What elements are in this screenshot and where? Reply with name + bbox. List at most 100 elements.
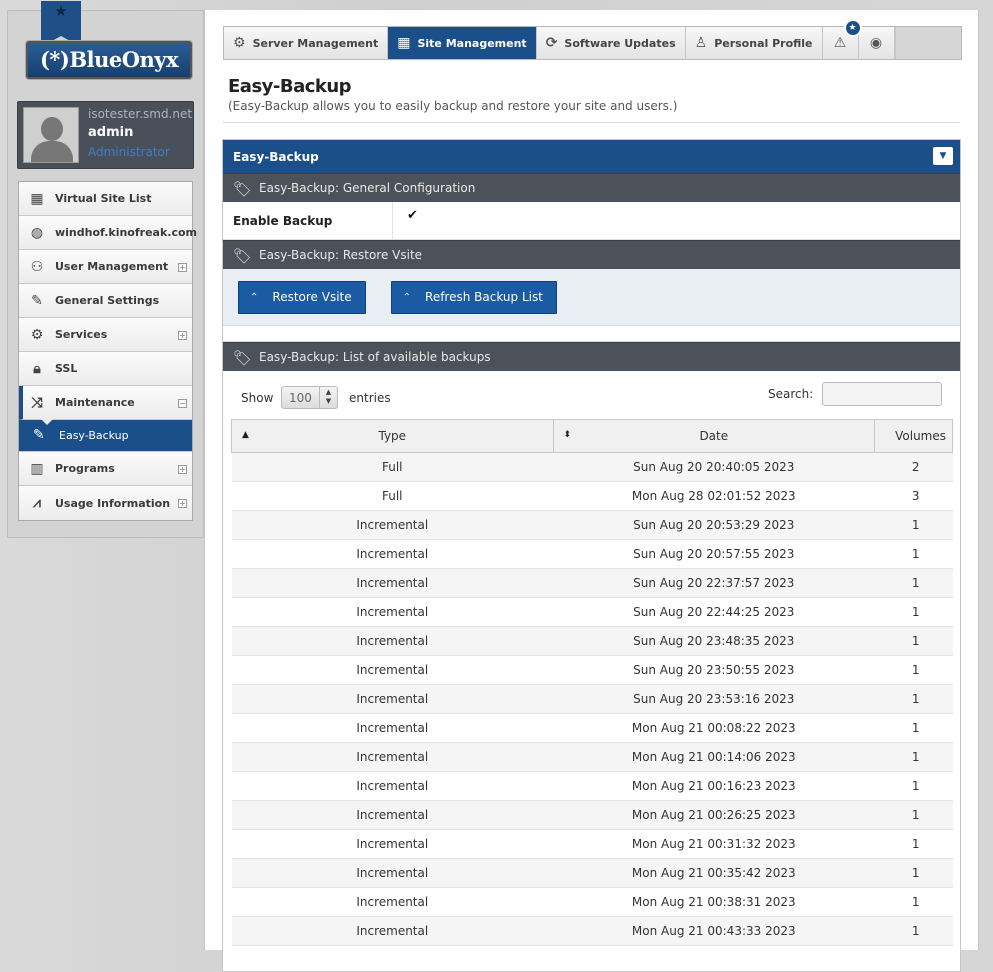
entries-length-select[interactable]: 100 ▲ ▼: [281, 386, 338, 409]
sort-asc-icon: ▲: [242, 430, 249, 440]
cell-volumes: 1: [874, 742, 953, 772]
table-row[interactable]: Incremental Mon Aug 21 00:26:25 2023 1: [231, 800, 953, 830]
cell-type: Incremental: [231, 626, 554, 656]
expand-icon[interactable]: +: [178, 263, 187, 272]
table-row[interactable]: Incremental Mon Aug 21 00:14:06 2023 1: [231, 742, 953, 772]
section-available-backups: 🏷︎ Easy-Backup: List of available backup…: [223, 342, 960, 371]
cell-volumes: 3: [874, 481, 953, 511]
table-row[interactable]: Full Mon Aug 28 02:01:52 2023 3: [231, 481, 953, 511]
cell-volumes: 1: [874, 713, 953, 743]
enable-backup-label: Enable Backup: [223, 202, 393, 239]
user-icon: ♙: [694, 35, 708, 51]
section-title: Easy-Backup: General Configuration: [259, 181, 476, 195]
sidebar-item-usage-information[interactable]: ⩘ Usage Information +: [19, 486, 192, 520]
cell-date: Mon Aug 21 00:26:25 2023: [553, 800, 875, 830]
table-row[interactable]: Incremental Mon Aug 21 00:35:42 2023 1: [231, 858, 953, 888]
sidebar-item-site[interactable]: ◍ windhof.kinofreak.com: [19, 216, 197, 250]
tab-site-management[interactable]: ▦ Site Management: [388, 27, 537, 59]
search-label: Search:: [768, 387, 814, 401]
table-row[interactable]: Incremental Mon Aug 21 00:08:22 2023 1: [231, 713, 953, 743]
table-row[interactable]: Incremental Mon Aug 21 00:38:31 2023 1: [231, 887, 953, 917]
table-row[interactable]: Incremental Sun Aug 20 20:57:55 2023 1: [231, 539, 953, 569]
table-row[interactable]: Incremental Sun Aug 20 20:53:29 2023 1: [231, 510, 953, 540]
power-icon: ◉: [869, 35, 883, 51]
grid-list-icon: ▦: [30, 191, 44, 207]
cell-date: Mon Aug 21 00:14:06 2023: [553, 742, 875, 772]
table-row[interactable]: Incremental Sun Aug 20 22:37:57 2023 1: [231, 568, 953, 598]
restore-vsite-button[interactable]: ⌃ Restore Vsite: [238, 280, 366, 314]
panel-header: Easy-Backup ▼: [223, 140, 960, 173]
table-row[interactable]: Incremental Sun Aug 20 23:50:55 2023 1: [231, 655, 953, 685]
button-row: ⌃ Restore Vsite ⌃ Refresh Backup List: [223, 269, 960, 326]
refresh-backup-list-button[interactable]: ⌃ Refresh Backup List: [390, 280, 557, 314]
tab-label: Site Management: [417, 36, 527, 50]
lock-icon: 🔒︎: [33, 361, 41, 377]
cell-date: Mon Aug 21 00:35:42 2023: [553, 858, 875, 888]
sidebar-item-services[interactable]: ⚙ Services +: [19, 318, 192, 352]
avatar: [23, 107, 79, 163]
table-row[interactable]: Incremental Sun Aug 20 23:48:35 2023 1: [231, 626, 953, 656]
tab-label: Server Management: [252, 36, 379, 50]
column-header-date[interactable]: ⬍ Date: [552, 419, 876, 453]
cell-date: Mon Aug 28 02:01:52 2023: [553, 481, 875, 511]
cell-date: Sun Aug 20 20:53:29 2023: [553, 510, 875, 540]
tab-personal-profile[interactable]: ♙ Personal Profile: [686, 27, 823, 59]
sidebar-item-user-management[interactable]: ⚇ User Management +: [19, 250, 192, 284]
sidebar-item-label: User Management: [55, 260, 169, 273]
sidebar-subitem-easy-backup[interactable]: ✎ Easy-Backup: [19, 419, 192, 452]
table-row[interactable]: Full Sun Aug 20 20:40:05 2023 2: [231, 452, 953, 482]
cell-volumes: 1: [874, 684, 953, 714]
user-role-link[interactable]: Administrator: [88, 145, 170, 159]
chevron-down-icon[interactable]: ▼: [933, 147, 953, 165]
cell-volumes: 1: [874, 568, 953, 598]
sidebar-item-ssl[interactable]: 🔒︎ SSL: [19, 352, 192, 386]
tab-logout[interactable]: ◉: [859, 27, 895, 59]
sidebar-item-label: General Settings: [55, 294, 160, 307]
cell-volumes: 1: [874, 800, 953, 830]
sidebar-item-maintenance[interactable]: ⤨ Maintenance −: [19, 386, 192, 420]
cell-type: Incremental: [231, 568, 554, 598]
cell-type: Incremental: [231, 655, 554, 685]
cell-type: Incremental: [231, 539, 554, 569]
layout-icon: ▦: [397, 35, 411, 51]
cell-volumes: 1: [874, 858, 953, 888]
backup-table-container: Show 100 ▲ ▼ entries Search: ▲ Type ⬍ Da…: [223, 371, 960, 971]
cell-type: Incremental: [231, 597, 554, 627]
sidebar-item-programs[interactable]: ▥ Programs +: [19, 452, 192, 486]
column-label: Volumes: [895, 429, 946, 443]
line-chart-icon: ⩘: [33, 495, 41, 511]
table-row[interactable]: Incremental Mon Aug 21 00:31:32 2023 1: [231, 829, 953, 859]
sidebar-item-label: Easy-Backup: [59, 429, 129, 442]
cell-type: Full: [231, 452, 554, 482]
expand-icon[interactable]: +: [178, 331, 187, 340]
cell-date: Sun Aug 20 20:40:05 2023: [553, 452, 875, 482]
cell-type: Incremental: [231, 800, 554, 830]
table-row[interactable]: Incremental Mon Aug 21 00:43:33 2023 1: [231, 916, 953, 946]
sidebar-item-general-settings[interactable]: ✎ General Settings: [19, 284, 192, 318]
collapse-icon[interactable]: −: [178, 399, 187, 408]
sidebar-item-label: Virtual Site List: [55, 192, 152, 205]
tab-software-updates[interactable]: ⟳ Software Updates: [537, 27, 686, 59]
tab-label: Software Updates: [564, 36, 676, 50]
expand-icon[interactable]: +: [178, 465, 187, 474]
tab-server-management[interactable]: ⚙ Server Management: [224, 27, 389, 59]
main-content: ⚙ Server Management ▦ Site Management ⟳ …: [204, 10, 979, 972]
sidebar-item-virtual-site-list[interactable]: ▦ Virtual Site List: [19, 182, 192, 216]
column-header-volumes[interactable]: Volumes: [874, 419, 953, 453]
button-label: Restore Vsite: [272, 290, 352, 304]
users-icon: ⚇: [30, 259, 44, 275]
table-row[interactable]: Incremental Sun Aug 20 23:53:16 2023 1: [231, 684, 953, 714]
column-header-type[interactable]: ▲ Type: [231, 419, 554, 453]
refresh-icon: ⟳: [545, 35, 558, 51]
table-row[interactable]: Incremental Mon Aug 21 00:16:23 2023 1: [231, 771, 953, 801]
blueonyx-logo[interactable]: (*)BlueOnyx: [26, 41, 192, 79]
sidebar-item-label: windhof.kinofreak.com: [55, 226, 197, 239]
search-input[interactable]: [822, 382, 942, 406]
section-title: Easy-Backup: List of available backups: [259, 350, 491, 364]
cell-date: Sun Aug 20 23:53:16 2023: [553, 684, 875, 714]
cell-volumes: 1: [874, 655, 953, 685]
expand-icon[interactable]: +: [178, 499, 187, 508]
table-row[interactable]: Incremental Sun Aug 20 22:44:25 2023 1: [231, 597, 953, 627]
cell-volumes: 1: [874, 771, 953, 801]
tab-alerts[interactable]: ⚠ ★: [823, 19, 862, 59]
